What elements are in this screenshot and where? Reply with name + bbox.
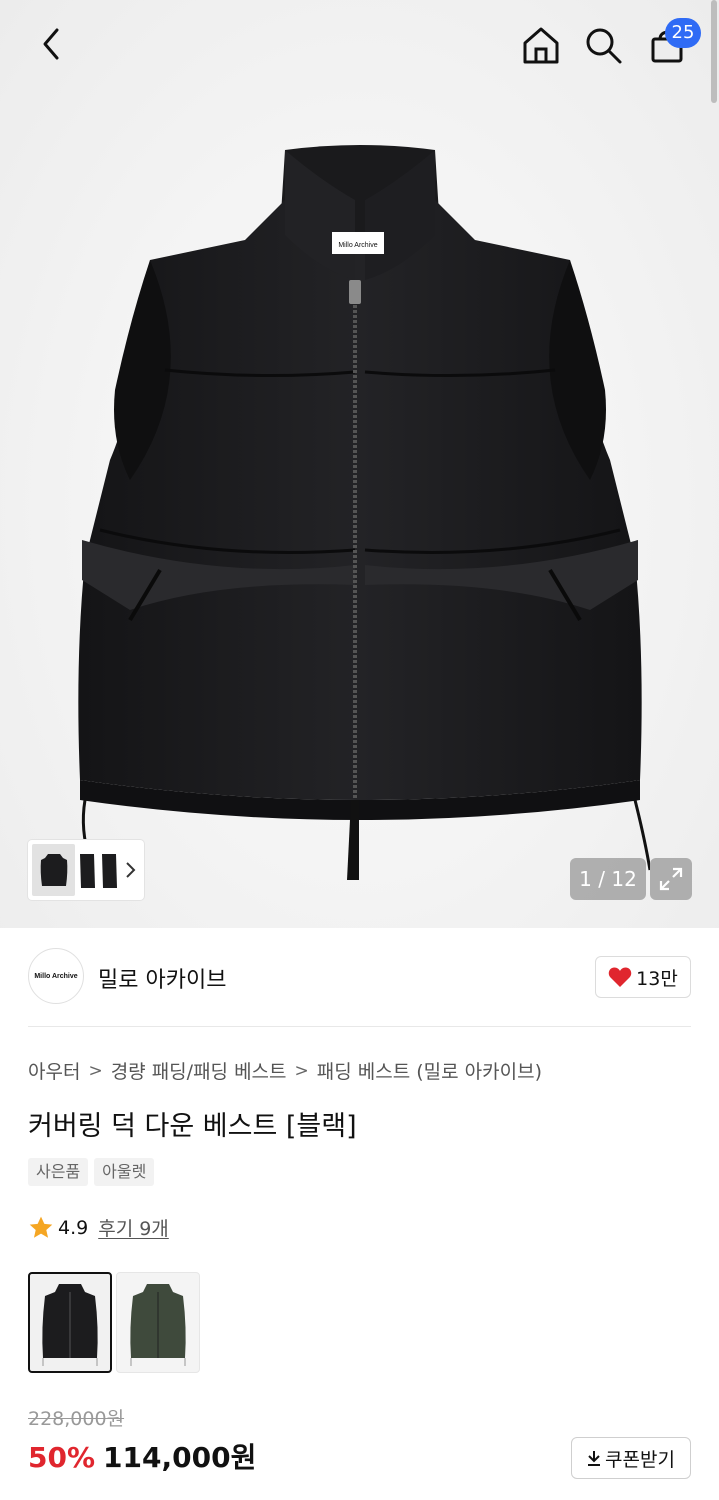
price-row: 50% 114,000원 xyxy=(28,1436,256,1476)
reviews-link[interactable]: 후기 9개 xyxy=(98,1214,169,1241)
tag-gift: 사은품 xyxy=(28,1158,89,1186)
cart-count-badge: 25 xyxy=(665,18,701,48)
expand-button[interactable] xyxy=(650,858,692,900)
scroll-indicator[interactable] xyxy=(711,0,717,103)
top-bar: 25 xyxy=(0,0,719,90)
original-price: 228,000원 xyxy=(28,1408,125,1430)
color-variants xyxy=(28,1272,204,1373)
product-tags: 사은품 아울렛 xyxy=(28,1158,160,1186)
brand-name[interactable]: 밀로 아카이브 xyxy=(98,962,226,994)
search-button[interactable] xyxy=(580,22,626,68)
breadcrumb-item[interactable]: 아우터 xyxy=(28,1057,80,1084)
expand-icon xyxy=(659,867,683,891)
divider xyxy=(28,1026,691,1027)
breadcrumb-item[interactable]: 패딩 베스트 (밀로 아카이브) xyxy=(317,1057,542,1084)
sale-price: 114,000원 xyxy=(103,1441,257,1474)
vest-label-text: Millo Archive xyxy=(338,242,377,249)
thumbnail-front[interactable] xyxy=(32,844,76,896)
brand-row: Millo Archive 밀로 아카이브 13만 xyxy=(28,948,691,1006)
chevron-right-icon: > xyxy=(294,1060,309,1081)
chevron-right-icon: > xyxy=(88,1060,103,1081)
coupon-button[interactable]: 쿠폰받기 xyxy=(571,1437,691,1479)
like-count: 13만 xyxy=(636,967,678,990)
like-button[interactable]: 13만 xyxy=(595,956,691,998)
home-icon xyxy=(523,27,559,64)
chevron-right-icon xyxy=(126,862,136,878)
home-button[interactable] xyxy=(518,22,564,68)
brand-logo[interactable]: Millo Archive xyxy=(28,948,84,1004)
vest-black-swatch xyxy=(42,1283,98,1366)
download-icon xyxy=(588,1451,601,1466)
breadcrumb-item[interactable]: 경량 패딩/패딩 베스트 xyxy=(111,1057,287,1084)
variant-black[interactable] xyxy=(28,1272,112,1373)
variant-green[interactable] xyxy=(116,1272,200,1373)
discount-rate: 50% xyxy=(28,1441,96,1474)
thumbnail-strip[interactable] xyxy=(28,840,144,900)
product-title: 커버링 덕 다운 베스트 [블랙] xyxy=(28,1111,357,1142)
rating-score: 4.9 xyxy=(58,1216,89,1239)
star-icon xyxy=(29,1216,53,1238)
back-button[interactable] xyxy=(30,22,74,66)
vest-green-swatch xyxy=(130,1283,186,1366)
product-image: Millo Archive xyxy=(78,145,650,880)
product-gallery[interactable]: 25 Millo Archive 1 / 12 xyxy=(0,0,719,928)
thumbnail-sides[interactable] xyxy=(77,844,120,896)
tag-outlet: 아울렛 xyxy=(94,1158,155,1186)
thumbnail-next-button[interactable] xyxy=(120,844,140,896)
vest-thumbnail-icon xyxy=(40,854,67,886)
coupon-label: 쿠폰받기 xyxy=(605,1448,675,1471)
image-counter: 1 / 12 xyxy=(570,858,646,900)
search-icon xyxy=(586,28,622,64)
rating: 4.9 후기 9개 xyxy=(28,1214,169,1241)
back-icon xyxy=(43,28,59,60)
heart-icon xyxy=(608,967,632,987)
vest-sides-thumbnail-icon xyxy=(79,854,117,888)
breadcrumb: 아우터 > 경량 패딩/패딩 베스트 > 패딩 베스트 (밀로 아카이브) xyxy=(28,1057,542,1084)
brand-logo-text: Millo Archive xyxy=(34,972,78,980)
